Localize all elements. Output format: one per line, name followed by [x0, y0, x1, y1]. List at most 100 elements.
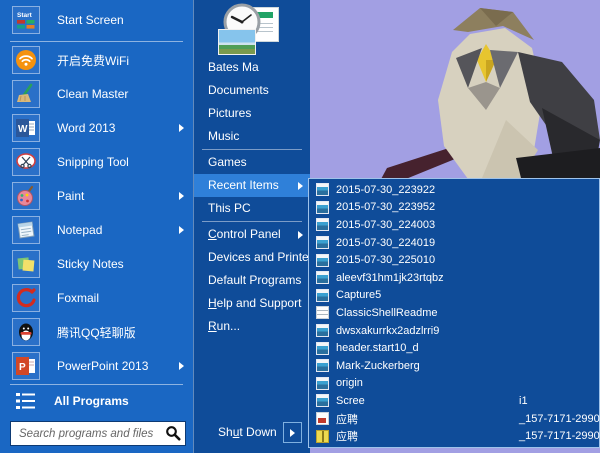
- image-file-icon: [316, 183, 329, 196]
- menu-item-devices-printers[interactable]: Devices and Printers: [194, 246, 310, 269]
- image-file-icon: [316, 324, 329, 337]
- menu-item-music[interactable]: Music: [194, 125, 310, 148]
- submenu-arrow-icon: [179, 226, 184, 234]
- recent-item[interactable]: aleevf31hm1jk23rtqbz: [309, 269, 599, 287]
- image-file-icon: [316, 377, 329, 390]
- image-file-icon: [316, 218, 329, 231]
- recent-item[interactable]: 2015-07-30_223922: [309, 181, 599, 199]
- recent-items-submenu: 2015-07-30_223922 2015-07-30_223952 2015…: [308, 178, 600, 448]
- recent-item[interactable]: 应聘_157-7171-2990: [309, 410, 599, 428]
- recent-item-label: 应聘: [336, 428, 358, 444]
- menu-item-label: un...: [217, 319, 240, 333]
- menu-item-start-screen[interactable]: Start Start Screen: [0, 0, 193, 40]
- shutdown-options-button[interactable]: [283, 422, 302, 443]
- recent-item[interactable]: 2015-07-30_225010: [309, 251, 599, 269]
- menu-item-label: PowerPoint 2013: [57, 359, 148, 373]
- menu-item-documents[interactable]: Documents: [194, 79, 310, 102]
- paint-palette-icon: [12, 182, 40, 210]
- qq-penguin-icon: [12, 318, 40, 346]
- recent-item[interactable]: origin: [309, 375, 599, 393]
- recent-item[interactable]: 2015-07-30_224019: [309, 234, 599, 252]
- menu-item-run[interactable]: Run...: [194, 315, 310, 338]
- menu-item-notepad[interactable]: Notepad: [0, 213, 193, 247]
- mnemonic-letter: R: [208, 319, 217, 333]
- recent-item-label: 应聘: [336, 411, 358, 427]
- recent-item-label: ClassicShellReadme: [336, 307, 438, 319]
- menu-item-powerpoint-2013[interactable]: P PowerPoint 2013: [0, 349, 193, 383]
- menu-item-user-name[interactable]: Bates Ma: [194, 56, 310, 79]
- image-file-icon: [316, 394, 329, 407]
- search-input[interactable]: [17, 422, 161, 445]
- menu-item-label: Default Programs: [208, 273, 301, 287]
- menu-item-free-wifi[interactable]: 开启免费WiFi: [0, 43, 193, 77]
- menu-item-default-programs[interactable]: Default Programs: [194, 269, 310, 292]
- menu-item-clean-master[interactable]: Clean Master: [0, 77, 193, 111]
- menu-item-qq[interactable]: 腾讯QQ轻聊版: [0, 315, 193, 349]
- menu-item-help-support[interactable]: Help and Support: [194, 292, 310, 315]
- menu-item-snipping-tool[interactable]: Snipping Tool: [0, 145, 193, 179]
- left-column-separator: [10, 41, 183, 42]
- search-box: [10, 421, 186, 446]
- menu-item-this-pc[interactable]: This PC: [194, 197, 310, 220]
- submenu-arrow-icon: [179, 192, 184, 200]
- menu-item-recent-items[interactable]: Recent Items: [194, 174, 310, 197]
- shutdown-label-pre: Sh: [218, 425, 233, 439]
- all-programs-icon: [15, 391, 37, 411]
- all-programs-button[interactable]: All Programs: [0, 386, 193, 416]
- photo-preview-icon: [218, 29, 256, 55]
- menu-item-foxmail[interactable]: Foxmail: [0, 281, 193, 315]
- menu-item-label: Paint: [57, 189, 84, 203]
- menu-item-label: ontrol Panel: [217, 227, 281, 241]
- scissors-icon: [12, 148, 40, 176]
- recent-item-label: 2015-07-30_224003: [336, 219, 435, 231]
- menu-item-label: Sticky Notes: [57, 257, 124, 271]
- image-file-icon: [316, 342, 329, 355]
- recent-item[interactable]: Mark-Zuckerberg: [309, 357, 599, 375]
- sticky-notes-icon: [12, 250, 40, 278]
- menu-item-sticky-notes[interactable]: Sticky Notes: [0, 247, 193, 281]
- pdf-file-icon: [316, 412, 329, 425]
- image-file-icon: [316, 201, 329, 214]
- start-menu-left-column: Start Start Screen 开启免费WiFi: [0, 0, 193, 453]
- shutdown-options-arrow-icon: [290, 429, 295, 437]
- menu-item-label: 腾讯QQ轻聊版: [57, 324, 136, 341]
- start-menu-right-column: Bates Ma Documents Pictures Music Games …: [193, 0, 310, 453]
- recent-item-label: 2015-07-30_223952: [336, 201, 435, 213]
- recent-item[interactable]: Screei1: [309, 392, 599, 410]
- menu-item-pictures[interactable]: Pictures: [194, 102, 310, 125]
- shutdown-button[interactable]: Shut Down: [218, 425, 277, 439]
- menu-item-games[interactable]: Games: [194, 151, 310, 174]
- svg-text:P: P: [19, 362, 26, 373]
- menu-item-label: Devices and Printers: [208, 250, 319, 264]
- recent-item[interactable]: Capture5: [309, 287, 599, 305]
- user-tile-icons: [194, 0, 310, 56]
- menu-item-word-2013[interactable]: W Word 2013: [0, 111, 193, 145]
- image-file-icon: [316, 254, 329, 267]
- menu-item-paint[interactable]: Paint: [0, 179, 193, 213]
- recent-item[interactable]: 2015-07-30_223952: [309, 199, 599, 217]
- recent-item[interactable]: header.start10_d: [309, 339, 599, 357]
- recent-item[interactable]: ClassicShellReadme: [309, 304, 599, 322]
- search-icon[interactable]: [165, 425, 181, 441]
- user-name-label: Bates Ma: [208, 60, 259, 74]
- recent-item-label-fragment: _157-7171-2990: [519, 430, 600, 442]
- word-icon: W: [12, 114, 40, 142]
- image-file-icon: [316, 289, 329, 302]
- recent-item-label-fragment: i1: [519, 395, 528, 407]
- foxmail-icon: [12, 284, 40, 312]
- submenu-arrow-icon: [298, 182, 303, 190]
- recent-item-label: 2015-07-30_223922: [336, 184, 435, 196]
- wifi-icon: [12, 46, 40, 74]
- text-file-icon: [316, 306, 329, 319]
- menu-item-label: Clean Master: [57, 87, 128, 101]
- recent-item-label: aleevf31hm1jk23rtqbz: [336, 272, 444, 284]
- submenu-arrow-icon: [298, 231, 303, 239]
- svg-text:W: W: [18, 124, 28, 135]
- menu-item-control-panel[interactable]: Control Panel: [194, 223, 310, 246]
- all-programs-label: All Programs: [54, 394, 129, 408]
- recent-item-label: header.start10_d: [336, 342, 419, 354]
- recent-item[interactable]: 2015-07-30_224003: [309, 216, 599, 234]
- recent-item[interactable]: dwsxakurrkx2adzlrri9: [309, 322, 599, 340]
- recent-item[interactable]: 应聘 _157-7171-2990: [309, 427, 599, 445]
- recent-item-label: origin: [336, 377, 363, 389]
